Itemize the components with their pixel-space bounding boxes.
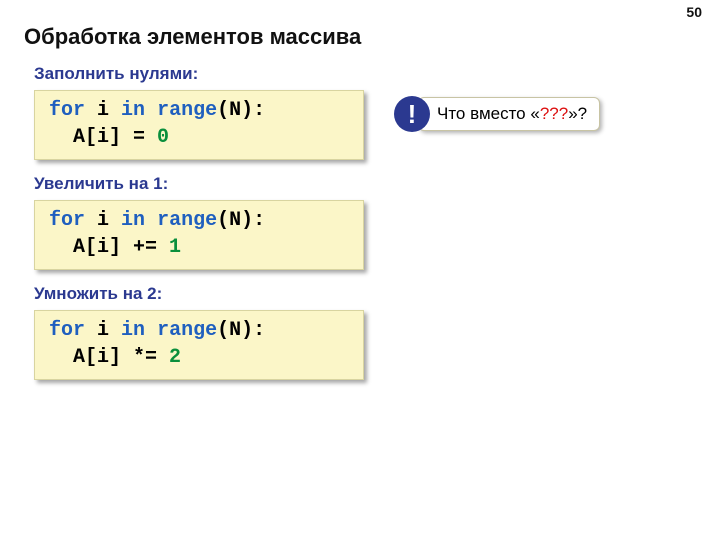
kw-for: for [49,209,85,232]
code-literal: 1 [169,236,181,259]
code-text: (N): [217,99,265,122]
exclamation-icon: ! [394,96,430,132]
kw-range: range [157,99,217,122]
slide-title: Обработка элементов массива [24,24,696,50]
kw-range: range [157,209,217,232]
callout-post: »? [568,104,587,123]
code-text: i [85,209,121,232]
callout-text: Что вместо «???»? [418,97,600,131]
callout-pre: Что вместо « [437,104,540,123]
kw-in: in [121,99,145,122]
code-literal: 0 [157,126,169,149]
code-text: A[i] *= [49,346,169,369]
kw-in: in [121,319,145,342]
kw-range: range [157,319,217,342]
section-heading-increment: Увеличить на 1: [34,174,696,194]
code-text: i [85,99,121,122]
page-number: 50 [686,4,702,20]
code-text: A[i] = [49,126,157,149]
kw-for: for [49,99,85,122]
code-text: A[i] += [49,236,169,259]
code-text: (N): [217,319,265,342]
code-literal: 2 [169,346,181,369]
code-block-fill-zero: for i in range(N): A[i] = 0 [34,90,364,160]
code-text: i [85,319,121,342]
code-block-multiply: for i in range(N): A[i] *= 2 [34,310,364,380]
kw-for: for [49,319,85,342]
kw-in: in [121,209,145,232]
section-heading-multiply: Умножить на 2: [34,284,696,304]
section-heading-fill-zero: Заполнить нулями: [34,64,696,84]
callout-placeholder: ??? [540,104,568,123]
callout: ! Что вместо «???»? [394,96,600,132]
code-block-increment: for i in range(N): A[i] += 1 [34,200,364,270]
code-text: (N): [217,209,265,232]
